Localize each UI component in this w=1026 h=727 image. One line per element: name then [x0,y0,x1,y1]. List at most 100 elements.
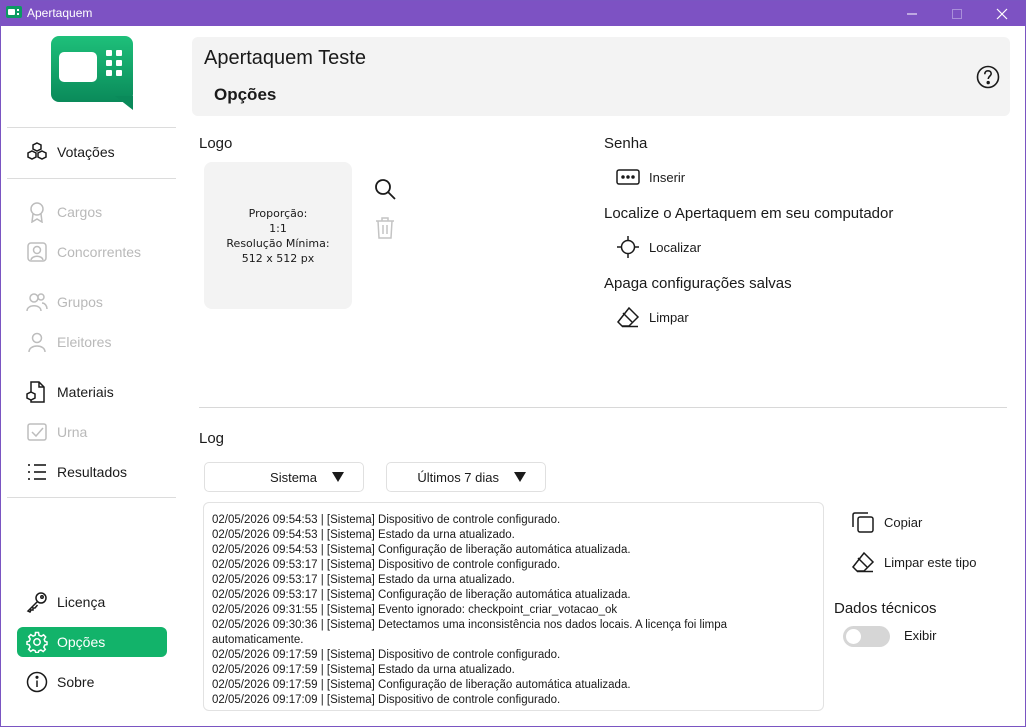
locate-label: Localize o Apertaquem em seu computador [604,205,894,222]
delete-logo-button[interactable] [372,215,398,241]
logo-label: Logo [199,135,233,152]
clear-settings-button-label: Limpar [649,309,689,325]
log-line: 02/05/2026 09:53:17 | [Sistema] Estado d… [212,574,515,586]
log-line: 02/05/2026 09:17:59 | [Sistema] Configur… [212,679,631,691]
page-title: Opções [214,85,277,104]
copy-log-label: Copiar [884,514,923,530]
copy-icon [850,511,876,533]
clear-log-type-button[interactable]: Limpar este tipo [850,551,977,573]
title-bar: Apertaquem [1,1,1025,26]
app-icon [6,6,22,18]
sidebar-item-label: Materiais [57,384,114,400]
close-icon [996,8,1008,19]
sidebar-item-label: Licença [57,594,106,610]
log-type-dropdown[interactable]: Sistema [204,462,364,492]
technical-data-toggle[interactable] [843,626,890,647]
sidebar-item-opcoes[interactable]: Opções [17,627,167,657]
locate-button[interactable]: Localizar [615,236,701,258]
section-divider [199,407,1007,408]
sidebar-item-urna[interactable]: Urna [17,417,167,447]
password-icon [615,166,641,188]
locate-button-label: Localizar [649,239,702,255]
log-line: 02/05/2026 09:17:09 | [Sistema] Disposit… [212,694,561,706]
sidebar-item-grupos[interactable]: Grupos [17,287,167,317]
maximize-icon [952,8,962,19]
log-line: 02/05/2026 09:54:53 | [Sistema] Estado d… [212,529,515,541]
brand-logo [51,36,133,110]
logo-hint-line: 1:1 [269,221,287,235]
toggle-knob [846,629,861,644]
help-icon[interactable] [976,65,1000,89]
insert-password-button[interactable]: Inserir [615,166,685,188]
sidebar-item-licenca[interactable]: Licença [17,587,167,617]
log-line: 02/05/2026 09:53:17 | [Sistema] Disposit… [212,559,561,571]
minimize-button[interactable] [889,1,935,26]
person-icon [25,330,49,354]
sidebar-item-materiais[interactable]: Materiais [17,377,167,407]
minimize-icon [907,13,917,14]
sidebar: Votações Cargos Concorrentes Grupos Elei… [1,26,183,726]
page-header: Apertaquem Teste Opções [192,37,1010,116]
log-period-value: Últimos 7 dias [417,469,499,485]
log-line: 02/05/2026 09:17:59 | [Sistema] Disposit… [212,649,561,661]
log-line: 02/05/2026 09:30:36 | [Sistema] Detectam… [212,619,728,646]
clear-settings-label: Apaga configurações salvas [604,275,792,292]
sidebar-item-cargos[interactable]: Cargos [17,197,167,227]
ballot-box-icon [25,420,49,444]
logo-hint-line: Proporção: [248,206,308,220]
log-text-area[interactable]: 02/05/2026 09:54:53 | [Sistema] Disposit… [203,502,824,711]
list-icon [25,460,49,484]
clear-log-type-label: Limpar este tipo [884,554,977,570]
log-line: 02/05/2026 09:54:53 | [Sistema] Disposit… [212,514,561,526]
trash-icon [376,217,394,239]
log-line: 02/05/2026 09:54:53 | [Sistema] Configur… [212,544,631,556]
maximize-button[interactable] [934,1,980,26]
app-name: Apertaquem Teste [204,47,366,69]
document-cube-icon [25,380,49,404]
show-technical-label: Exibir [904,628,937,643]
app-window: Apertaquem Votações Cargos Concorrentes … [0,0,1026,727]
person-card-icon [25,240,49,264]
triangle-down-icon [514,472,526,482]
sidebar-item-concorrentes[interactable]: Concorrentes [17,237,167,267]
technical-data-label: Dados técnicos [834,600,937,617]
sidebar-item-label: Votações [57,144,115,160]
key-icon [25,590,49,614]
cubes-icon [25,140,49,164]
copy-log-button[interactable]: Copiar [850,511,922,533]
sidebar-item-label: Eleitores [57,334,112,350]
clear-settings-button[interactable]: Limpar [615,306,689,328]
sidebar-item-label: Opções [57,634,106,650]
search-logo-button[interactable] [372,176,398,202]
log-line: 02/05/2026 09:31:55 | [Sistema] Evento i… [212,604,618,616]
sidebar-separator [7,127,176,128]
logo-drop-area[interactable]: Proporção: 1:1 Resolução Mínima: 512 x 5… [204,162,352,309]
sidebar-item-label: Resultados [57,464,128,480]
sidebar-item-sobre[interactable]: Sobre [17,667,167,697]
eraser-icon [850,551,876,573]
log-line: 02/05/2026 09:17:59 | [Sistema] Estado d… [212,664,515,676]
sidebar-item-label: Sobre [57,674,95,690]
sidebar-item-resultados[interactable]: Resultados [17,457,167,487]
insert-password-label: Inserir [649,169,686,185]
sidebar-item-label: Cargos [57,204,103,220]
ribbon-icon [25,200,49,224]
info-icon [25,670,49,694]
sidebar-item-label: Grupos [57,294,103,310]
triangle-down-icon [332,472,344,482]
crosshair-icon [615,236,641,258]
close-button[interactable] [979,1,1025,26]
log-period-dropdown[interactable]: Últimos 7 dias [386,462,546,492]
sidebar-separator [7,178,176,179]
sidebar-item-eleitores[interactable]: Eleitores [17,327,167,357]
log-line: 02/05/2026 09:53:17 | [Sistema] Configur… [212,589,631,601]
log-label: Log [199,430,225,447]
logo-hint-line: Resolução Mínima: [226,236,330,250]
password-label: Senha [604,135,648,152]
sidebar-separator [7,497,176,498]
log-type-value: Sistema [270,469,317,485]
window-title: Apertaquem [27,6,93,20]
people-icon [25,290,49,314]
eraser-icon [615,306,641,328]
sidebar-item-votacoes[interactable]: Votações [17,137,167,167]
